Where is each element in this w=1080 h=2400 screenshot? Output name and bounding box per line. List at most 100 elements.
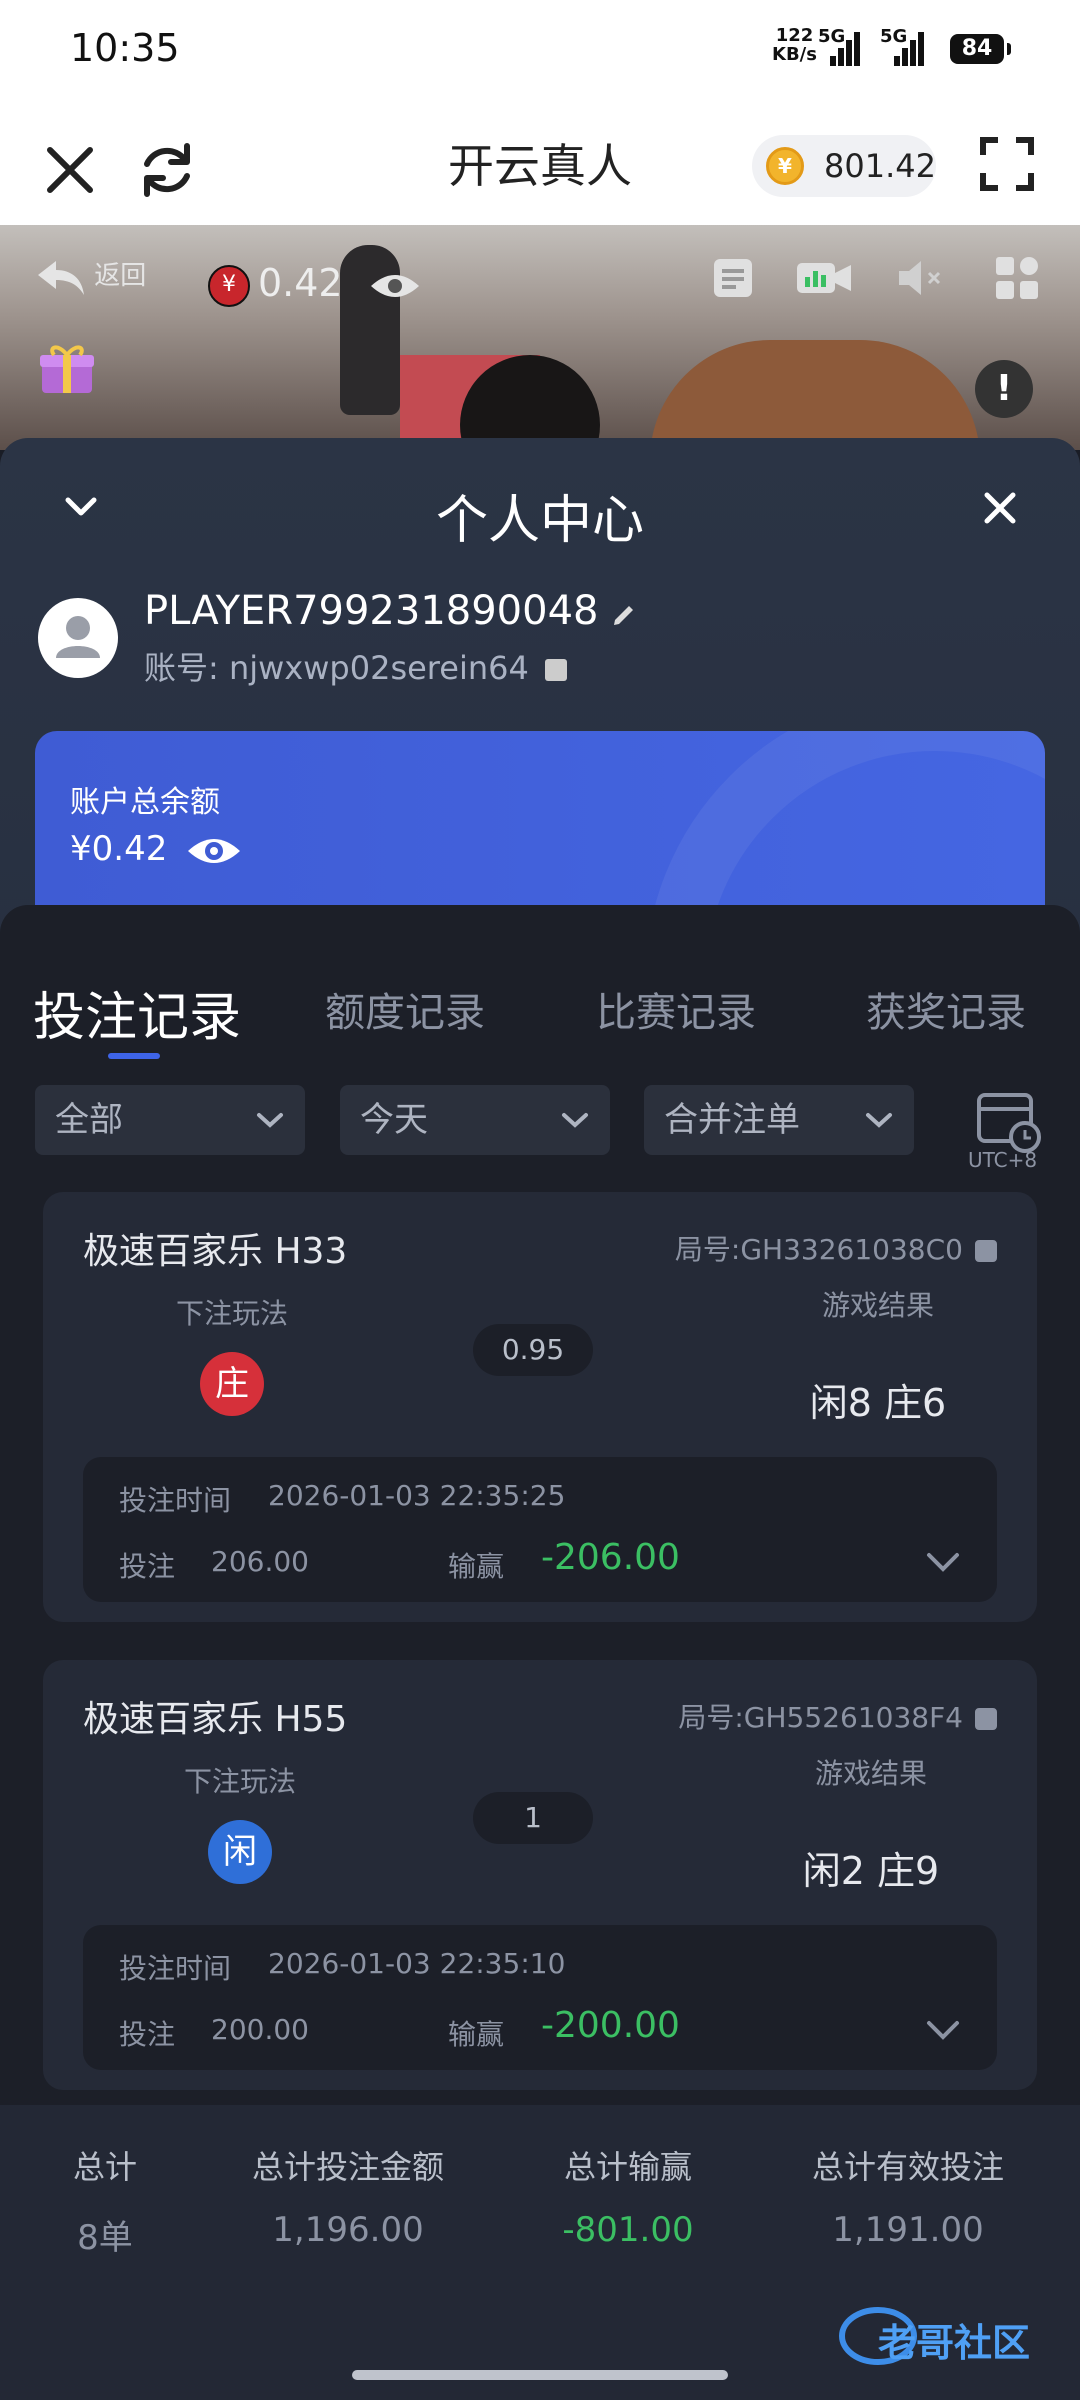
filter-merge-select[interactable]: 合并注单 [644,1085,914,1155]
video-balance: ¥0.42 [208,261,421,307]
record-detail: 投注时间 2026-01-03 22:35:25 投注 206.00 输赢 -2… [83,1457,997,1602]
game-result: 闲2 庄9 [802,1849,940,1893]
bet-record-card[interactable]: 极速百家乐 H55 局号:GH55261038F4 下注玩法 闲 1 游戏结果 … [43,1660,1037,2090]
account-id: 账号: njwxwp02serein64 [144,643,568,689]
video-camera-icon[interactable] [795,253,853,303]
tab-bet-records[interactable]: 投注记录 [33,975,241,1050]
battery-icon: 84 [950,34,1011,64]
username: PLAYER799231890048 [144,588,637,634]
panel-close-icon[interactable] [975,483,1025,533]
video-table-shape [650,340,980,450]
expand-chevron-icon[interactable] [925,1547,961,1577]
wallet-balance-value: 801.42 [824,147,936,185]
network-speed: 122 KB/s [772,26,817,64]
live-video: 返回 ¥0.42 ! [0,225,1080,450]
bet-time-label: 投注时间 [119,1952,232,1985]
calendar-icon[interactable] [975,1087,1045,1157]
chevron-down-icon [562,1113,588,1128]
eye-icon[interactable] [369,270,421,302]
filter-type-value: 全部 [55,1100,123,1140]
balance-value-row: ¥0.42 [70,829,242,869]
watermark-logo: 老哥社区 [838,2300,1068,2370]
bet-time: 2026-01-03 22:35:25 [268,1479,566,1512]
status-time: 10:35 [70,26,180,70]
win-loss-value: -200.00 [541,2005,680,2046]
play-label: 下注玩法 [183,1765,296,1798]
edit-icon[interactable] [611,600,637,626]
balance-value: ¥0.42 [70,829,168,869]
menu-grid-icon[interactable] [992,253,1042,303]
summary-winloss: 总计输赢 -801.00 [538,2142,718,2250]
summary-total: 总计 8单 [55,2142,155,2259]
record-round: 局号:GH55261038F4 [678,1696,997,1736]
bet-record-card[interactable]: 极速百家乐 H33 局号:GH33261038C0 下注玩法 庄 0.95 游戏… [43,1192,1037,1622]
win-loss-label: 输赢 [448,1550,505,1583]
balance-label: 账户总余额 [70,785,220,820]
summary-winloss-label: 总计输赢 [563,2148,692,2186]
yen-icon: ¥ [208,264,250,307]
mute-icon[interactable] [895,253,945,303]
chevron-down-icon [257,1113,283,1128]
record-game: 极速百家乐 H55 [83,1699,348,1740]
info-icon[interactable]: ! [975,360,1033,418]
eye-icon[interactable] [186,833,242,869]
report-icon[interactable] [708,253,758,303]
coin-icon: ¥ [766,147,804,185]
summary-amount-label: 总计投注金额 [251,2148,444,2186]
result-label: 游戏结果 [814,1757,927,1790]
wallet-balance-pill[interactable]: ¥ 801.42 [752,135,936,197]
filter-merge-value: 合并注单 [664,1100,800,1140]
tab-match-records[interactable]: 比赛记录 [596,980,756,1038]
bet-amount-label: 投注 [119,2018,176,2051]
home-indicator[interactable] [352,2370,728,2380]
summary-valid: 总计有效投注 1,191.00 [788,2142,1028,2250]
odds-pill: 0.95 [473,1324,593,1376]
close-icon[interactable] [40,140,100,200]
summary-valid-label: 总计有效投注 [811,2148,1004,2186]
bet-amount: 206.00 [211,1545,309,1578]
copy-icon[interactable] [975,1708,997,1730]
bet-amount: 200.00 [211,2013,309,2046]
win-loss-value: -206.00 [541,1537,680,1578]
copy-icon[interactable] [975,1240,997,1262]
signal-icon-2 [888,30,924,66]
balance-card: 账户总余额 ¥0.42 [35,731,1045,931]
username-text: PLAYER799231890048 [144,588,599,634]
back-button[interactable]: 返回 [36,255,146,297]
status-bar: 10:35 122 KB/s 5G 5G 84 [0,0,1080,100]
app-header: 开云真人 ¥ 801.42 [0,100,1080,225]
bet-time-label: 投注时间 [119,1484,232,1517]
record-round-text: 局号:GH55261038F4 [678,1701,963,1734]
chevron-down-icon [866,1113,892,1128]
tab-credit-records[interactable]: 额度记录 [325,980,485,1038]
summary-winloss-value: -801.00 [562,2210,694,2250]
network-speed-unit: KB/s [772,44,817,65]
summary-total-value: 8单 [77,2218,133,2258]
result-label: 游戏结果 [821,1289,934,1322]
expand-chevron-icon[interactable] [925,2015,961,2045]
fullscreen-icon[interactable] [980,137,1034,191]
record-round: 局号:GH33261038C0 [675,1228,997,1268]
filter-type-select[interactable]: 全部 [35,1085,305,1155]
banker-badge: 庄 [200,1352,264,1416]
bet-amount-label: 投注 [119,1550,176,1583]
copy-icon[interactable] [545,659,568,681]
refresh-icon[interactable] [135,138,199,202]
watermark-text: 老哥社区 [878,2321,1031,2365]
record-game: 极速百家乐 H33 [83,1231,348,1272]
game-result: 闲8 庄6 [809,1381,947,1425]
summary-valid-value: 1,191.00 [832,2210,984,2250]
account-id-text: 账号: njwxwp02serein64 [144,649,529,687]
back-arrow-icon [38,260,84,295]
filter-date-value: 今天 [360,1100,428,1140]
win-loss-label: 输赢 [448,2018,505,2051]
video-balance-value: 0.42 [258,261,343,305]
tab-underline [108,1053,160,1059]
player-badge: 闲 [208,1820,272,1884]
summary-amount: 总计投注金额 1,196.00 [228,2142,468,2250]
gift-icon[interactable] [38,343,96,395]
tab-prize-records[interactable]: 获奖记录 [866,980,1026,1038]
summary-amount-value: 1,196.00 [272,2210,424,2250]
filter-date-select[interactable]: 今天 [340,1085,610,1155]
record-detail: 投注时间 2026-01-03 22:35:10 投注 200.00 输赢 -2… [83,1925,997,2070]
